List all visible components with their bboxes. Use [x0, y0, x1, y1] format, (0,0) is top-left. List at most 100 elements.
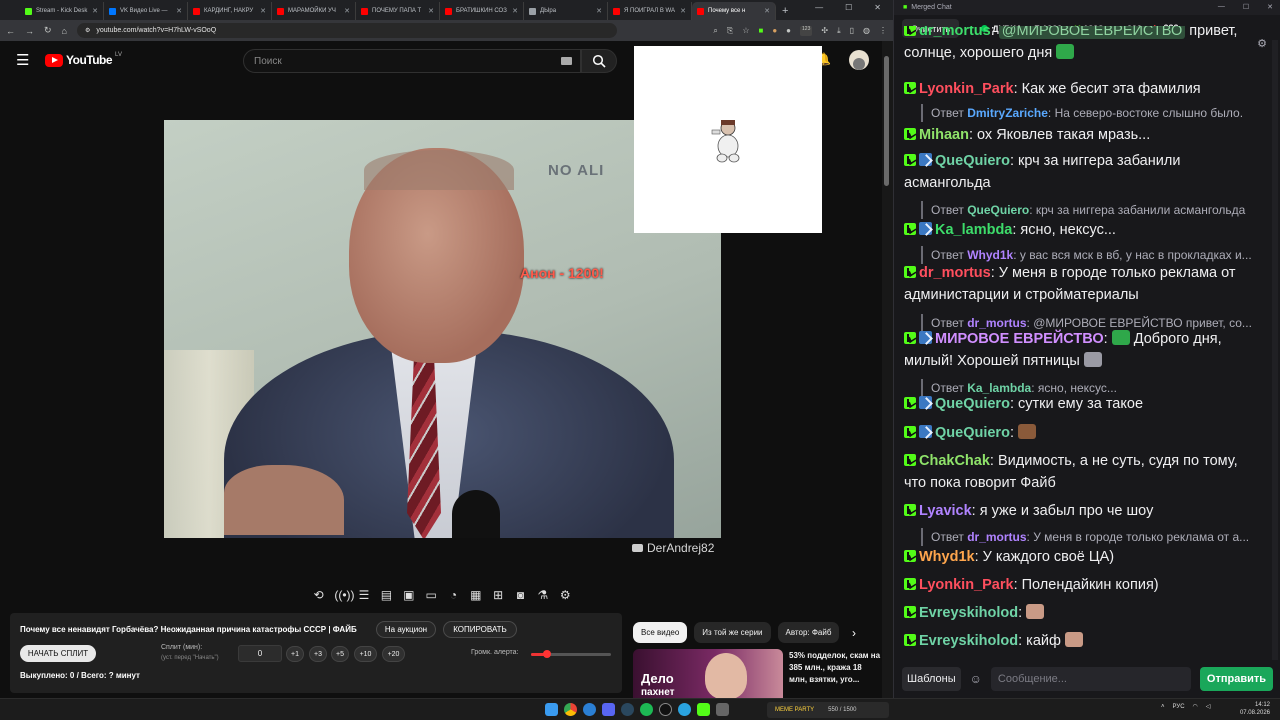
share-icon[interactable]: ⎘: [727, 26, 733, 36]
step-button[interactable]: +3: [309, 646, 327, 662]
search-button[interactable]: [581, 49, 617, 73]
camera-icon[interactable]: ◙: [514, 588, 527, 602]
chat-username[interactable]: QueQuiero: [935, 153, 1010, 169]
step-button[interactable]: +10: [354, 646, 377, 662]
tab-close-icon[interactable]: ✕: [596, 7, 602, 15]
app-icon[interactable]: [716, 703, 729, 716]
browser-tab[interactable]: БРАТИШКИН СОЗ ✕: [440, 2, 524, 20]
browser-tab[interactable]: КАРДИНГ, НАКРУ ✕: [188, 2, 272, 20]
alert-volume-knob[interactable]: [543, 650, 551, 658]
minimize-icon[interactable]: —: [1218, 3, 1225, 11]
chat-mention[interactable]: @МИРОВОЕ ЕВРЕЙСТВО: [998, 26, 1186, 39]
steam-icon[interactable]: [621, 703, 634, 716]
browser-tab[interactable]: Я ПОИГРАЛ В WA ✕: [608, 2, 692, 20]
chat-username[interactable]: QueQuiero: [935, 396, 1010, 412]
kick-app-icon[interactable]: [697, 703, 710, 716]
clapper-icon[interactable]: ▤: [380, 588, 393, 602]
templates-button[interactable]: Шаблоны: [902, 667, 961, 691]
chrome-icon[interactable]: [564, 703, 577, 716]
chat-username[interactable]: QueQuiero: [935, 425, 1010, 441]
chip-author[interactable]: Автор: Файб: [777, 622, 840, 643]
extension-green-icon[interactable]: ■: [758, 26, 763, 36]
chip-same-series[interactable]: Из той же серии: [694, 622, 771, 643]
step-button[interactable]: +5: [331, 646, 349, 662]
calendar-icon[interactable]: ▦: [469, 588, 482, 602]
new-tab-button[interactable]: +: [782, 2, 788, 20]
speed-icon[interactable]: ◔: [447, 588, 460, 602]
chat-username[interactable]: dr_mortus: [919, 265, 991, 281]
tab-close-icon[interactable]: ✕: [680, 7, 686, 15]
volume-icon[interactable]: ◁: [1206, 703, 1211, 710]
puzzle-icon[interactable]: ✣: [821, 26, 828, 36]
zoom-icon[interactable]: ⌕: [713, 26, 717, 36]
theater-icon[interactable]: ▭: [424, 588, 437, 602]
auction-button[interactable]: На аукцион: [376, 621, 436, 638]
chat-scrollbar[interactable]: [1272, 40, 1278, 660]
discord-icon[interactable]: [602, 703, 615, 716]
tab-close-icon[interactable]: ✕: [764, 7, 770, 15]
send-button[interactable]: Отправить: [1199, 667, 1273, 691]
windows-start-icon[interactable]: [545, 703, 558, 716]
chat-username[interactable]: Evreyskiholod: [919, 605, 1018, 621]
search-input[interactable]: Поиск: [243, 49, 581, 73]
maximize-icon[interactable]: ☐: [845, 3, 852, 12]
tab-close-icon[interactable]: ✕: [260, 7, 266, 15]
chat-username[interactable]: Lyavick: [919, 503, 972, 519]
tab-close-icon[interactable]: ✕: [92, 7, 98, 15]
close-icon[interactable]: ✕: [874, 3, 881, 12]
tab-close-icon[interactable]: ✕: [344, 7, 350, 15]
chat-username[interactable]: Lyonkin_Park: [919, 577, 1014, 593]
minimize-icon[interactable]: —: [815, 3, 823, 12]
add-screen-icon[interactable]: ⊞: [492, 588, 505, 602]
chat-username[interactable]: МИРОВОЕ ЕВРЕЙСТВО: [935, 331, 1104, 347]
obs-icon[interactable]: [659, 703, 672, 716]
reply-username[interactable]: dr_mortus: [967, 530, 1026, 544]
forward-icon[interactable]: →: [25, 26, 34, 36]
chat-username[interactable]: dr_mortus: [919, 26, 991, 39]
youtube-logo[interactable]: YouTube LV: [45, 52, 122, 67]
maximize-icon[interactable]: ☐: [1243, 3, 1249, 11]
step-button[interactable]: +1: [286, 646, 304, 662]
broadcast-icon[interactable]: ((•)): [334, 588, 354, 602]
chevron-right-icon[interactable]: ›: [852, 626, 856, 640]
hamburger-menu-icon[interactable]: ☰: [16, 53, 29, 68]
browser-tab[interactable]: VK Видео Live — ✕: [104, 2, 188, 20]
extension-avatar-icon[interactable]: ●: [786, 26, 791, 36]
message-input[interactable]: Сообщение...: [990, 667, 1191, 691]
reply-username[interactable]: Whyd1k: [967, 248, 1013, 262]
url-field[interactable]: ⚙ youtube.com/watch?v=H7hLW-vSOoQ: [76, 23, 617, 38]
chat-username[interactable]: Lyonkin_Park: [919, 81, 1014, 97]
reload-icon[interactable]: ↻: [44, 25, 52, 36]
clock[interactable]: 14:12 07.08.2026: [1238, 701, 1270, 717]
flask-icon[interactable]: ⚗: [536, 588, 549, 602]
emoji-picker-icon[interactable]: ☺: [970, 672, 982, 686]
chat-username[interactable]: Ka_lambda: [935, 222, 1012, 238]
edge-icon[interactable]: [583, 703, 596, 716]
profile-icon[interactable]: ◍: [863, 26, 870, 36]
site-info-icon[interactable]: ⚙: [85, 27, 90, 34]
wifi-icon[interactable]: ◠: [1193, 703, 1198, 710]
chat-username[interactable]: Whyd1k: [919, 549, 975, 565]
bookmark-star-icon[interactable]: ☆: [742, 26, 749, 36]
tab-close-icon[interactable]: ✕: [176, 7, 182, 15]
step-button[interactable]: +20: [382, 646, 405, 662]
meme-party-widget[interactable]: MEME PARTY 550 / 1500: [767, 702, 889, 718]
reply-username[interactable]: DmitryZariche: [967, 106, 1048, 120]
chat-username[interactable]: ChakChak: [919, 453, 990, 469]
browser-tab[interactable]: Stream - Kick Desk ✕: [20, 2, 104, 20]
recommended-video-thumbnail[interactable]: Дело пахнет: [633, 649, 783, 698]
chat-username[interactable]: Mihaan: [919, 127, 969, 143]
tray-chevron-icon[interactable]: ˄: [1161, 704, 1165, 710]
sidebar-icon[interactable]: ▯: [850, 26, 854, 36]
telegram-icon[interactable]: [678, 703, 691, 716]
menu-dots-icon[interactable]: ⋮: [879, 26, 887, 36]
browser-tab[interactable]: ДЫра ✕: [524, 2, 608, 20]
split-minutes-input[interactable]: 0: [238, 645, 282, 662]
tab-close-icon[interactable]: ✕: [428, 7, 434, 15]
home-icon[interactable]: ⌂: [62, 26, 67, 36]
recommended-video-title[interactable]: 53% подделок, скам на 385 млн., кража 18…: [789, 650, 881, 686]
alert-volume-slider[interactable]: [531, 650, 611, 658]
browser-tab[interactable]: МАРАМОЙКИ УЧ ✕: [272, 2, 356, 20]
avatar[interactable]: [849, 50, 869, 70]
close-icon[interactable]: ✕: [1267, 3, 1273, 11]
